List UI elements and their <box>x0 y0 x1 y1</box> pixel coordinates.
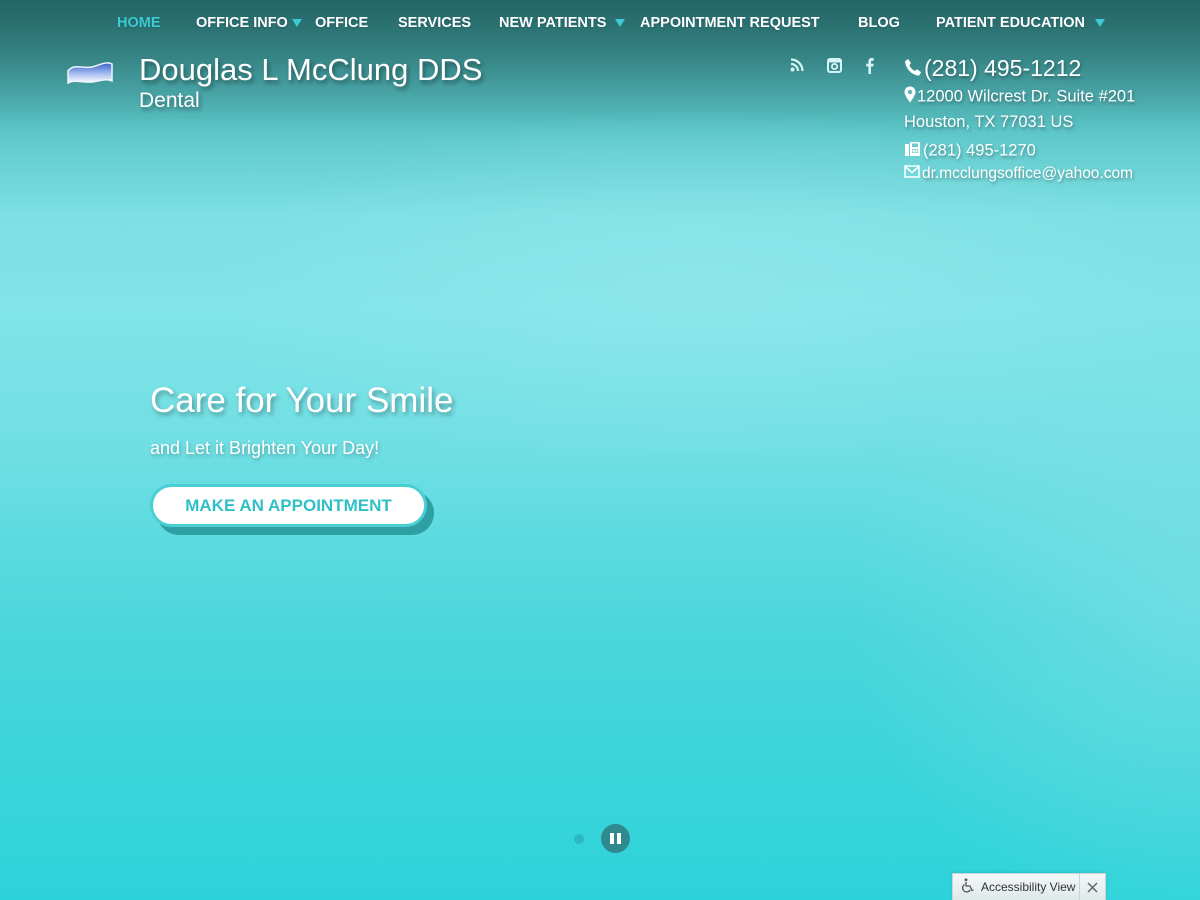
email-link[interactable]: dr.mcclungsoffice@yahoo.com <box>922 165 1133 182</box>
nav-item-appointment-request[interactable]: APPOINTMENT REQUEST <box>640 15 820 31</box>
rss-icon[interactable] <box>790 58 804 72</box>
make-appointment-button[interactable]: MAKE AN APPOINTMENT <box>150 484 427 527</box>
nav-item-office-info[interactable]: OFFICE INFO <box>196 15 288 31</box>
nav-item-patient-education[interactable]: PATIENT EDUCATION <box>936 15 1085 31</box>
brand-subtitle: Dental <box>139 89 200 112</box>
nav-item-new-patients[interactable]: NEW PATIENTS <box>499 15 606 31</box>
contact-fax: (281) 495-1270 <box>904 140 1036 162</box>
chevron-down-icon[interactable] <box>292 19 302 27</box>
chevron-down-icon[interactable] <box>615 19 625 27</box>
fax-number: (281) 495-1270 <box>923 141 1036 160</box>
accessibility-label: Accessibility View <box>981 880 1076 894</box>
pause-icon <box>617 833 621 844</box>
nav-item-home[interactable]: HOME <box>117 15 161 31</box>
wheelchair-icon <box>962 878 975 896</box>
accessibility-view-button[interactable]: Accessibility View <box>953 874 1079 900</box>
main-nav: HOME OFFICE INFO OFFICE SERVICES NEW PAT… <box>0 0 1200 46</box>
nav-item-services[interactable]: SERVICES <box>398 15 471 31</box>
fax-icon <box>904 140 921 162</box>
close-icon[interactable] <box>1079 874 1105 900</box>
hero-subtitle: and Let it Brighten Your Day! <box>150 438 380 458</box>
chevron-down-icon[interactable] <box>1095 19 1105 27</box>
address-line1: 12000 Wilcrest Dr. Suite #201 <box>917 87 1136 106</box>
facebook-icon[interactable] <box>865 57 874 74</box>
phone-icon <box>904 56 922 83</box>
phone-number[interactable]: (281) 495-1212 <box>924 55 1081 81</box>
nav-item-office[interactable]: OFFICE <box>315 15 368 31</box>
map-marker-icon <box>904 86 916 108</box>
contact-address-line1: 12000 Wilcrest Dr. Suite #201 <box>904 86 1135 108</box>
hero-title: Care for Your Smile <box>150 381 454 420</box>
accessibility-toolbar: Accessibility View <box>952 873 1106 900</box>
pause-icon <box>610 833 614 844</box>
contact-phone[interactable]: (281) 495-1212 <box>904 55 1081 83</box>
slide-indicator-dot[interactable] <box>574 834 584 844</box>
nav-item-blog[interactable]: BLOG <box>858 15 900 31</box>
pause-button[interactable] <box>601 824 630 853</box>
brand-name[interactable]: Douglas L McClung DDS <box>139 52 482 88</box>
instagram-icon[interactable] <box>827 58 842 73</box>
address-line2: Houston, TX 77031 US <box>904 113 1074 131</box>
logo-icon[interactable] <box>66 57 114 87</box>
envelope-icon <box>904 165 920 183</box>
contact-email[interactable]: dr.mcclungsoffice@yahoo.com <box>904 165 1133 183</box>
